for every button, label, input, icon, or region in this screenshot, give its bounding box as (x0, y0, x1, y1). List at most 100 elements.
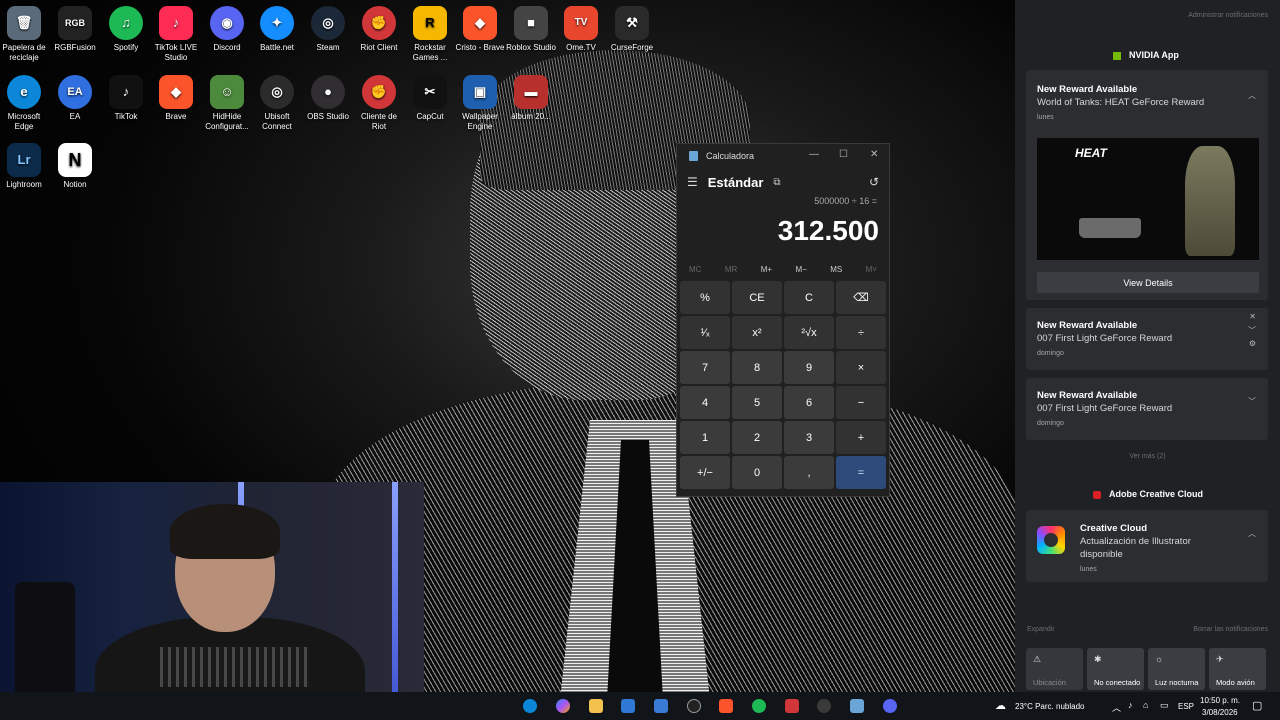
digit-6-key[interactable]: 6 (784, 386, 834, 419)
battery-icon[interactable]: ▭ (1160, 700, 1169, 711)
calculator-window[interactable]: Calculadora — ☐ ✕ ☰ Estándar ⧉ ↺ 5000000… (676, 143, 890, 497)
view-details-button[interactable]: View Details (1037, 272, 1259, 293)
memory-recall-button[interactable]: MR (725, 265, 737, 274)
digit-9-key[interactable]: 9 (784, 351, 834, 384)
calculator-titlebar[interactable]: Calculadora — ☐ ✕ (677, 144, 889, 168)
desktop-icon-obs[interactable]: ● OBS Studio (302, 75, 354, 122)
clock-taskbar-icon[interactable] (687, 699, 701, 713)
volume-icon[interactable]: ♪ (1128, 700, 1133, 710)
digit-1-key[interactable]: 1 (680, 421, 730, 454)
desktop-icon-ea[interactable]: EA EA (49, 75, 101, 122)
quick-action-bluetooth[interactable]: ✱ No conectado (1087, 648, 1144, 690)
taskbar-time[interactable]: 10:50 p. m. (1200, 696, 1240, 705)
dismiss-close-icon[interactable]: ✕ (1249, 312, 1256, 321)
collapse-chevron-icon[interactable]: ︿ (1248, 90, 1256, 101)
settings-gear-icon[interactable]: ⚙ (1249, 339, 1256, 348)
negate-key[interactable]: +/− (680, 456, 730, 489)
memory-list-button[interactable]: M˅ (866, 265, 877, 274)
desktop-icon-curseforge[interactable]: ⚒ CurseForge (606, 6, 658, 53)
digit-7-key[interactable]: 7 (680, 351, 730, 384)
edge-taskbar-icon[interactable] (523, 699, 537, 713)
square-root-key[interactable]: ²√x (784, 316, 834, 349)
hamburger-menu-icon[interactable]: ☰ (687, 175, 698, 189)
riot-taskbar-icon[interactable] (785, 699, 799, 713)
memory-add-button[interactable]: M+ (761, 265, 772, 274)
digit-3-key[interactable]: 3 (784, 421, 834, 454)
desktop-icon-edge[interactable]: e Microsoft Edge (0, 75, 50, 132)
desktop-icon-brave[interactable]: ◆ Brave (150, 75, 202, 122)
desktop-icon-cristo-brave[interactable]: ◆ Cristo - Brave (454, 6, 506, 53)
calculator-taskbar-icon[interactable] (850, 699, 864, 713)
subtract-key[interactable]: − (836, 386, 886, 419)
mail-taskbar-icon[interactable] (621, 699, 635, 713)
memory-clear-button[interactable]: MC (689, 265, 701, 274)
multiply-key[interactable]: × (836, 351, 886, 384)
desktop-icon-recycle-bin[interactable]: 🗑 Papelera de reciclaje (0, 6, 50, 63)
expand-chevron-icon[interactable]: ﹀ (1248, 396, 1256, 407)
keep-on-top-icon[interactable]: ⧉ (773, 177, 780, 188)
reciprocal-key[interactable]: ¹⁄ₓ (680, 316, 730, 349)
language-indicator[interactable]: ESP (1178, 702, 1194, 711)
desktop-icon-hidhide[interactable]: ☺ HidHide Configurat... (201, 75, 253, 132)
weather-text[interactable]: 23°C Parc. nublado (1015, 702, 1084, 711)
network-icon[interactable]: ⌂ (1143, 700, 1148, 710)
digit-8-key[interactable]: 8 (732, 351, 782, 384)
desktop-icon-steam[interactable]: ◎ Steam (302, 6, 354, 53)
desktop-icon-wallpaper-engine[interactable]: ▣ Wallpaper Engine (454, 75, 506, 132)
backspace-key[interactable]: ⌫ (836, 281, 886, 314)
percent-key[interactable]: % (680, 281, 730, 314)
quick-action-airplane-mode[interactable]: ✈ Modo avión (1209, 648, 1266, 690)
desktop-icon-capcut[interactable]: ✂ CapCut (404, 75, 456, 122)
square-key[interactable]: x² (732, 316, 782, 349)
settings-gear-taskbar-icon[interactable] (817, 699, 831, 713)
digit-4-key[interactable]: 4 (680, 386, 730, 419)
desktop-icon-ubisoft[interactable]: ◎ Ubisoft Connect (251, 75, 303, 132)
desktop-icon-battlenet[interactable]: ✦ Battle.net (251, 6, 303, 53)
maximize-icon[interactable]: ☐ (839, 149, 848, 160)
desktop-icon-lightroom[interactable]: Lr Lightroom (0, 143, 50, 190)
taskbar-date[interactable]: 3/08/2026 (1202, 708, 1238, 717)
desktop-icon-album[interactable]: ▬ álbum 20... (505, 75, 557, 122)
decimal-key[interactable]: , (784, 456, 834, 489)
see-more-link[interactable]: Ver más (2) (1015, 453, 1280, 460)
notification-card-007-reward-2[interactable]: New Reward Available 007 First Light GeF… (1026, 378, 1268, 440)
digit-2-key[interactable]: 2 (732, 421, 782, 454)
desktop-icon-ometv[interactable]: TV Ome.TV (555, 6, 607, 53)
file-explorer-taskbar-icon[interactable] (589, 699, 603, 713)
tray-chevron-icon[interactable]: ︿ (1112, 701, 1121, 714)
spotify-taskbar-icon[interactable] (752, 699, 766, 713)
digit-5-key[interactable]: 5 (732, 386, 782, 419)
desktop-icon-tiktok[interactable]: ♪ TikTok (100, 75, 152, 122)
notification-card-heat-reward[interactable]: New Reward Available World of Tanks: HEA… (1026, 70, 1268, 300)
desktop-icon-spotify[interactable]: ♫ Spotify (100, 6, 152, 53)
memory-subtract-button[interactable]: M− (795, 265, 806, 274)
store-taskbar-icon[interactable] (654, 699, 668, 713)
desktop-icon-cliente-riot[interactable]: ✊ Cliente de Riot (353, 75, 405, 132)
desktop-icon-tiktok-live[interactable]: ♪ TikTok LIVE Studio (150, 6, 202, 63)
desktop-icon-rockstar[interactable]: R Rockstar Games ... (404, 6, 456, 63)
digit-0-key[interactable]: 0 (732, 456, 782, 489)
collapse-chevron-icon[interactable]: ︿ (1248, 528, 1256, 539)
clear-key[interactable]: C (784, 281, 834, 314)
expand-chevron-icon[interactable]: ﹀ (1248, 325, 1256, 336)
clear-entry-key[interactable]: CE (732, 281, 782, 314)
minimize-icon[interactable]: — (809, 149, 819, 160)
quick-action-night-light[interactable]: ☼ Luz nocturna (1148, 648, 1205, 690)
expand-link[interactable]: Expandir (1027, 626, 1055, 633)
close-icon[interactable]: ✕ (870, 149, 878, 160)
notification-card-creative-cloud[interactable]: Creative Cloud Actualización de Illustra… (1026, 510, 1268, 582)
memory-store-button[interactable]: MS (830, 265, 842, 274)
discord-taskbar-icon[interactable] (883, 699, 897, 713)
clear-notifications-link[interactable]: Borrar las notificaciones (1193, 626, 1268, 633)
brave-taskbar-icon[interactable] (719, 699, 733, 713)
manage-notifications-link[interactable]: Administrar notificaciones (1188, 12, 1268, 19)
quick-action-location[interactable]: ⚠ Ubicación (1026, 648, 1083, 690)
desktop-icon-notion[interactable]: N Notion (49, 143, 101, 190)
desktop-icon-riot-client[interactable]: ✊ Riot Client (353, 6, 405, 53)
copilot-taskbar-icon[interactable] (556, 699, 570, 713)
notification-card-007-reward[interactable]: New Reward Available 007 First Light GeF… (1026, 308, 1268, 370)
add-key[interactable]: + (836, 421, 886, 454)
divide-key[interactable]: ÷ (836, 316, 886, 349)
desktop-icon-discord[interactable]: ◉ Discord (201, 6, 253, 53)
desktop-icon-roblox-studio[interactable]: ■ Roblox Studio (505, 6, 557, 53)
